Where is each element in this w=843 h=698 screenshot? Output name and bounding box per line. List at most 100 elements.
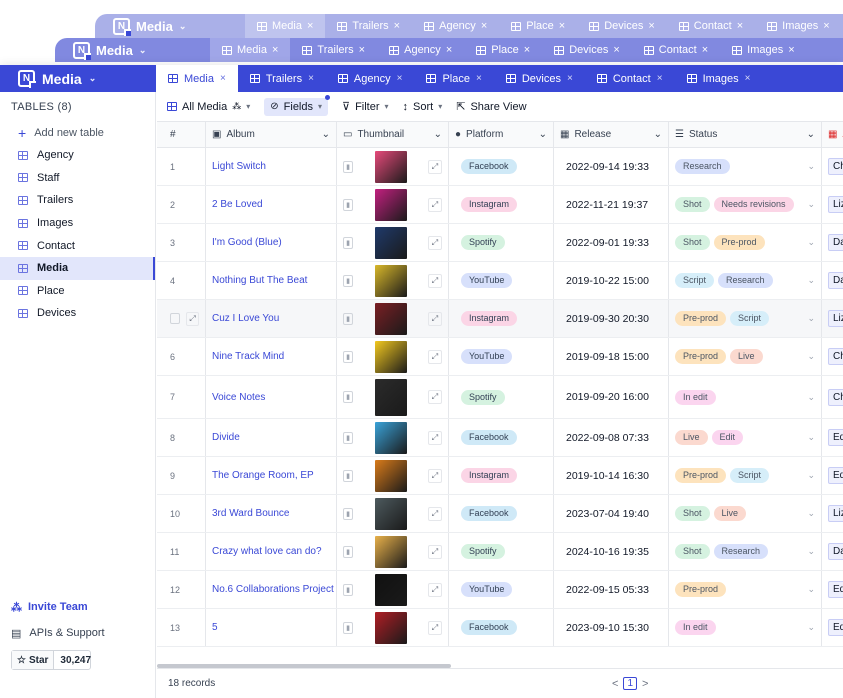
- expand-icon[interactable]: ⤢: [428, 311, 442, 326]
- attachment-icon[interactable]: ▮: [343, 236, 353, 249]
- attachment-icon[interactable]: ▮: [343, 274, 353, 287]
- sidebar-item-media[interactable]: Media: [0, 256, 155, 280]
- album-title[interactable]: 5: [212, 622, 218, 633]
- table-row[interactable]: 13 5 ▮ ⤢ Facebook 2023-09-10 15:30 In edit ⌄ Ed …: [157, 609, 843, 647]
- album-cell[interactable]: No.6 Collaborations Project: [206, 571, 337, 608]
- chevron-down-icon[interactable]: ⌄: [434, 129, 442, 140]
- apis-support-link[interactable]: ▤ APIs & Support: [11, 620, 151, 646]
- album-cell[interactable]: Light Switch: [206, 148, 337, 185]
- status-cell[interactable]: Live Edit ⌄: [669, 419, 822, 456]
- chevron-down-icon[interactable]: ⌄: [807, 129, 815, 140]
- chevron-down-icon[interactable]: ⌄: [807, 275, 815, 286]
- release-cell[interactable]: 2019-10-22 15:00: [554, 262, 669, 299]
- album-title[interactable]: Nothing But The Beat: [212, 275, 307, 286]
- table-row[interactable]: 4 Nothing But The Beat ▮ ⤢ YouTube 2019-10-22…: [157, 262, 843, 300]
- status-cell[interactable]: Pre-prod Script ⌄: [669, 457, 822, 494]
- chevron-down-icon[interactable]: ⌄: [807, 622, 815, 633]
- assignee-cell[interactable]: Lizz: [822, 495, 843, 532]
- album-cell[interactable]: Nine Track Mind: [206, 338, 337, 375]
- column-header-album[interactable]: ▣ Album ⌄: [206, 122, 337, 147]
- album-cell[interactable]: The Orange Room, EP: [206, 457, 337, 494]
- invite-team-button[interactable]: ⁂ Invite Team: [11, 594, 151, 620]
- chevron-down-icon[interactable]: ⌄: [807, 508, 815, 519]
- assignee-cell[interactable]: Dav: [822, 533, 843, 570]
- assignee-cell[interactable]: Dav: [822, 224, 843, 261]
- platform-cell[interactable]: Instagram: [449, 300, 554, 337]
- chevron-down-icon[interactable]: ⌄: [807, 351, 815, 362]
- thumbnail-cell[interactable]: ▮ ⤢: [337, 457, 449, 494]
- filter-button[interactable]: ⊽ Filter ▾: [342, 100, 389, 114]
- expand-icon[interactable]: ⤢: [428, 582, 442, 597]
- add-table-button[interactable]: + Add new table: [0, 122, 155, 144]
- assignee-cell[interactable]: Ed S: [822, 419, 843, 456]
- tab-agency[interactable]: Agency ×: [326, 65, 415, 92]
- album-cell[interactable]: Cuz I Love You: [206, 300, 337, 337]
- chevron-down-icon[interactable]: ⌄: [322, 129, 330, 140]
- table-row[interactable]: 22 Be Loved ▮ ⤢ Instagram 2022-11-21 19:37 Sh…: [157, 186, 843, 224]
- sort-button[interactable]: ↕ Sort ▾: [403, 101, 443, 113]
- column-header-number[interactable]: #: [157, 122, 206, 147]
- album-title[interactable]: Crazy what love can do?: [212, 546, 322, 557]
- table-row[interactable]: 10 3rd Ward Bounce ▮ ⤢ Facebook 2023-07-04 19…: [157, 495, 843, 533]
- table-row[interactable]: 6 Nine Track Mind ▮ ⤢ YouTube 2019-09-18 15:0…: [157, 338, 843, 376]
- release-cell[interactable]: 2019-10-14 16:30: [554, 457, 669, 494]
- status-cell[interactable]: In edit ⌄: [669, 376, 822, 418]
- album-title[interactable]: 3rd Ward Bounce: [212, 508, 289, 519]
- expand-icon[interactable]: ⤢: [428, 159, 442, 174]
- platform-cell[interactable]: YouTube: [449, 338, 554, 375]
- chevron-down-icon[interactable]: ⌄: [807, 392, 815, 403]
- project-switcher[interactable]: N Media ⌄: [0, 65, 156, 92]
- chevron-down-icon[interactable]: ⌄: [807, 546, 815, 557]
- thumbnail-cell[interactable]: ▮ ⤢: [337, 495, 449, 532]
- assignee-cell[interactable]: Cha: [822, 148, 843, 185]
- expand-icon[interactable]: ⤢: [428, 390, 442, 404]
- thumbnail-cell[interactable]: ▮ ⤢: [337, 186, 449, 223]
- expand-icon[interactable]: ⤢: [428, 430, 442, 445]
- tab-contact[interactable]: Contact ×: [585, 65, 675, 92]
- column-header-platform[interactable]: ● Platform ⌄: [449, 122, 554, 147]
- close-icon[interactable]: ×: [308, 73, 314, 84]
- sidebar-item-trailers[interactable]: Trailers: [0, 189, 155, 212]
- platform-cell[interactable]: Facebook: [449, 419, 554, 456]
- thumbnail-cell[interactable]: ▮ ⤢: [337, 224, 449, 261]
- album-cell[interactable]: Nothing But The Beat: [206, 262, 337, 299]
- table-row[interactable]: 12 No.6 Collaborations Project ▮ ⤢ YouTube 20…: [157, 571, 843, 609]
- view-selector[interactable]: All Media ⁂ ▾: [167, 101, 250, 113]
- expand-icon[interactable]: ⤢: [428, 235, 442, 250]
- attachment-icon[interactable]: ▮: [343, 391, 353, 403]
- expand-icon[interactable]: ⤢: [428, 506, 442, 521]
- thumbnail-cell[interactable]: ▮ ⤢: [337, 300, 449, 337]
- expand-icon[interactable]: ⤢: [428, 273, 442, 288]
- tab-trailers[interactable]: Trailers ×: [238, 65, 326, 92]
- release-cell[interactable]: 2023-09-10 15:30: [554, 609, 669, 646]
- assignee-cell[interactable]: Ed S: [822, 609, 843, 646]
- status-cell[interactable]: Shot Live ⌄: [669, 495, 822, 532]
- status-cell[interactable]: Script Research ⌄: [669, 262, 822, 299]
- platform-cell[interactable]: Spotify: [449, 224, 554, 261]
- close-icon[interactable]: ×: [745, 73, 751, 84]
- album-cell[interactable]: Divide: [206, 419, 337, 456]
- platform-cell[interactable]: Facebook: [449, 495, 554, 532]
- chevron-down-icon[interactable]: ⌄: [654, 129, 662, 140]
- thumbnail-cell[interactable]: ▮ ⤢: [337, 533, 449, 570]
- album-title[interactable]: Light Switch: [212, 161, 266, 172]
- expand-icon[interactable]: ⤢: [428, 197, 442, 212]
- chevron-down-icon[interactable]: ⌄: [807, 237, 815, 248]
- album-title[interactable]: Voice Notes: [212, 392, 265, 403]
- thumbnail-cell[interactable]: ▮ ⤢: [337, 609, 449, 646]
- github-star-button[interactable]: ☆ Star 30,247: [11, 650, 91, 670]
- platform-cell[interactable]: Spotify: [449, 376, 554, 418]
- close-icon[interactable]: ×: [476, 73, 482, 84]
- fields-button[interactable]: ⊘ Fields ▾: [264, 94, 330, 116]
- tab-devices[interactable]: Devices ×: [494, 65, 585, 92]
- tab-place[interactable]: Place ×: [414, 65, 493, 92]
- thumbnail-cell[interactable]: ▮ ⤢: [337, 571, 449, 608]
- close-icon[interactable]: ×: [567, 73, 573, 84]
- assignee-cell[interactable]: Cha: [822, 376, 843, 418]
- status-cell[interactable]: In edit ⌄: [669, 609, 822, 646]
- attachment-icon[interactable]: ▮: [343, 583, 353, 596]
- attachment-icon[interactable]: ▮: [343, 621, 353, 634]
- album-cell[interactable]: Crazy what love can do?: [206, 533, 337, 570]
- album-title[interactable]: I'm Good (Blue): [212, 237, 282, 248]
- album-title[interactable]: No.6 Collaborations Project: [212, 584, 334, 595]
